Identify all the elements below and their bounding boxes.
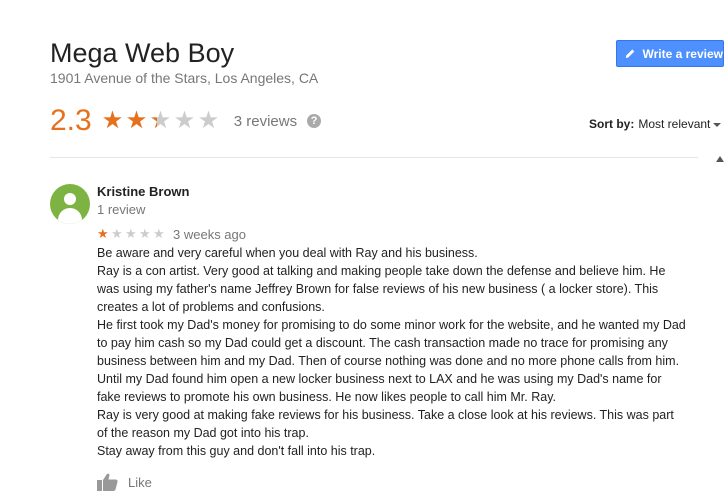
chevron-down-icon — [713, 122, 722, 127]
star-icon: ★★ — [101, 107, 124, 134]
write-review-label: Write a review — [642, 46, 723, 61]
rating-score: 2.3 — [50, 104, 92, 137]
sort-value: Most relevant — [638, 117, 711, 131]
divider — [50, 157, 698, 158]
review-paragraph: Ray is a con artist. Very good at talkin… — [97, 264, 666, 314]
review-paragraph: He first took my Dad's money for promisi… — [97, 318, 686, 404]
sort-dropdown[interactable]: Sort by: Most relevant — [589, 117, 722, 131]
reviewer-name[interactable]: Kristine Brown — [97, 184, 189, 199]
thumbs-up-icon — [97, 473, 118, 491]
review-stars: ★ ★ ★ ★ ★ — [97, 225, 167, 243]
review-rating: ★ ★ ★ ★ ★ 3 weeks ago — [97, 225, 246, 243]
star-icon: ★ — [173, 107, 196, 134]
write-review-button[interactable]: Write a review — [616, 40, 724, 67]
rating-summary: 2.3 ★★★★★★★★ 3 reviews ? — [50, 102, 322, 140]
star-icon: ★ — [97, 226, 109, 241]
star-icon: ★ — [153, 226, 165, 241]
avatar[interactable] — [50, 184, 90, 224]
star-icon: ★★ — [149, 107, 172, 134]
reviewer-review-count: 1 review — [97, 202, 146, 217]
like-label: Like — [128, 474, 152, 490]
review-date: 3 weeks ago — [173, 226, 246, 242]
business-address: 1901 Avenue of the Stars, Los Angeles, C… — [50, 70, 319, 86]
review-paragraph: Ray is very good at making fake reviews … — [97, 408, 674, 440]
star-icon: ★★ — [125, 107, 148, 134]
pencil-icon — [625, 48, 636, 58]
star-icon: ★ — [139, 226, 151, 241]
star-icon: ★ — [125, 226, 137, 241]
scroll-up-icon[interactable] — [716, 156, 724, 162]
star-icon: ★ — [197, 107, 220, 134]
review-text: Be aware and very careful when you deal … — [97, 244, 687, 460]
sort-label: Sort by: — [589, 117, 635, 131]
business-name: Mega Web Boy — [50, 38, 235, 68]
person-icon — [64, 193, 76, 205]
like-button[interactable]: Like — [97, 473, 152, 491]
review-count-link[interactable]: 3 reviews — [234, 113, 297, 130]
review-paragraph: Be aware and very careful when you deal … — [97, 246, 478, 260]
rating-stars: ★★★★★★★★ — [102, 109, 222, 133]
question-icon[interactable]: ? — [307, 114, 322, 128]
star-icon: ★ — [111, 226, 123, 241]
review-paragraph: Stay away from this guy and don't fall i… — [97, 444, 376, 458]
